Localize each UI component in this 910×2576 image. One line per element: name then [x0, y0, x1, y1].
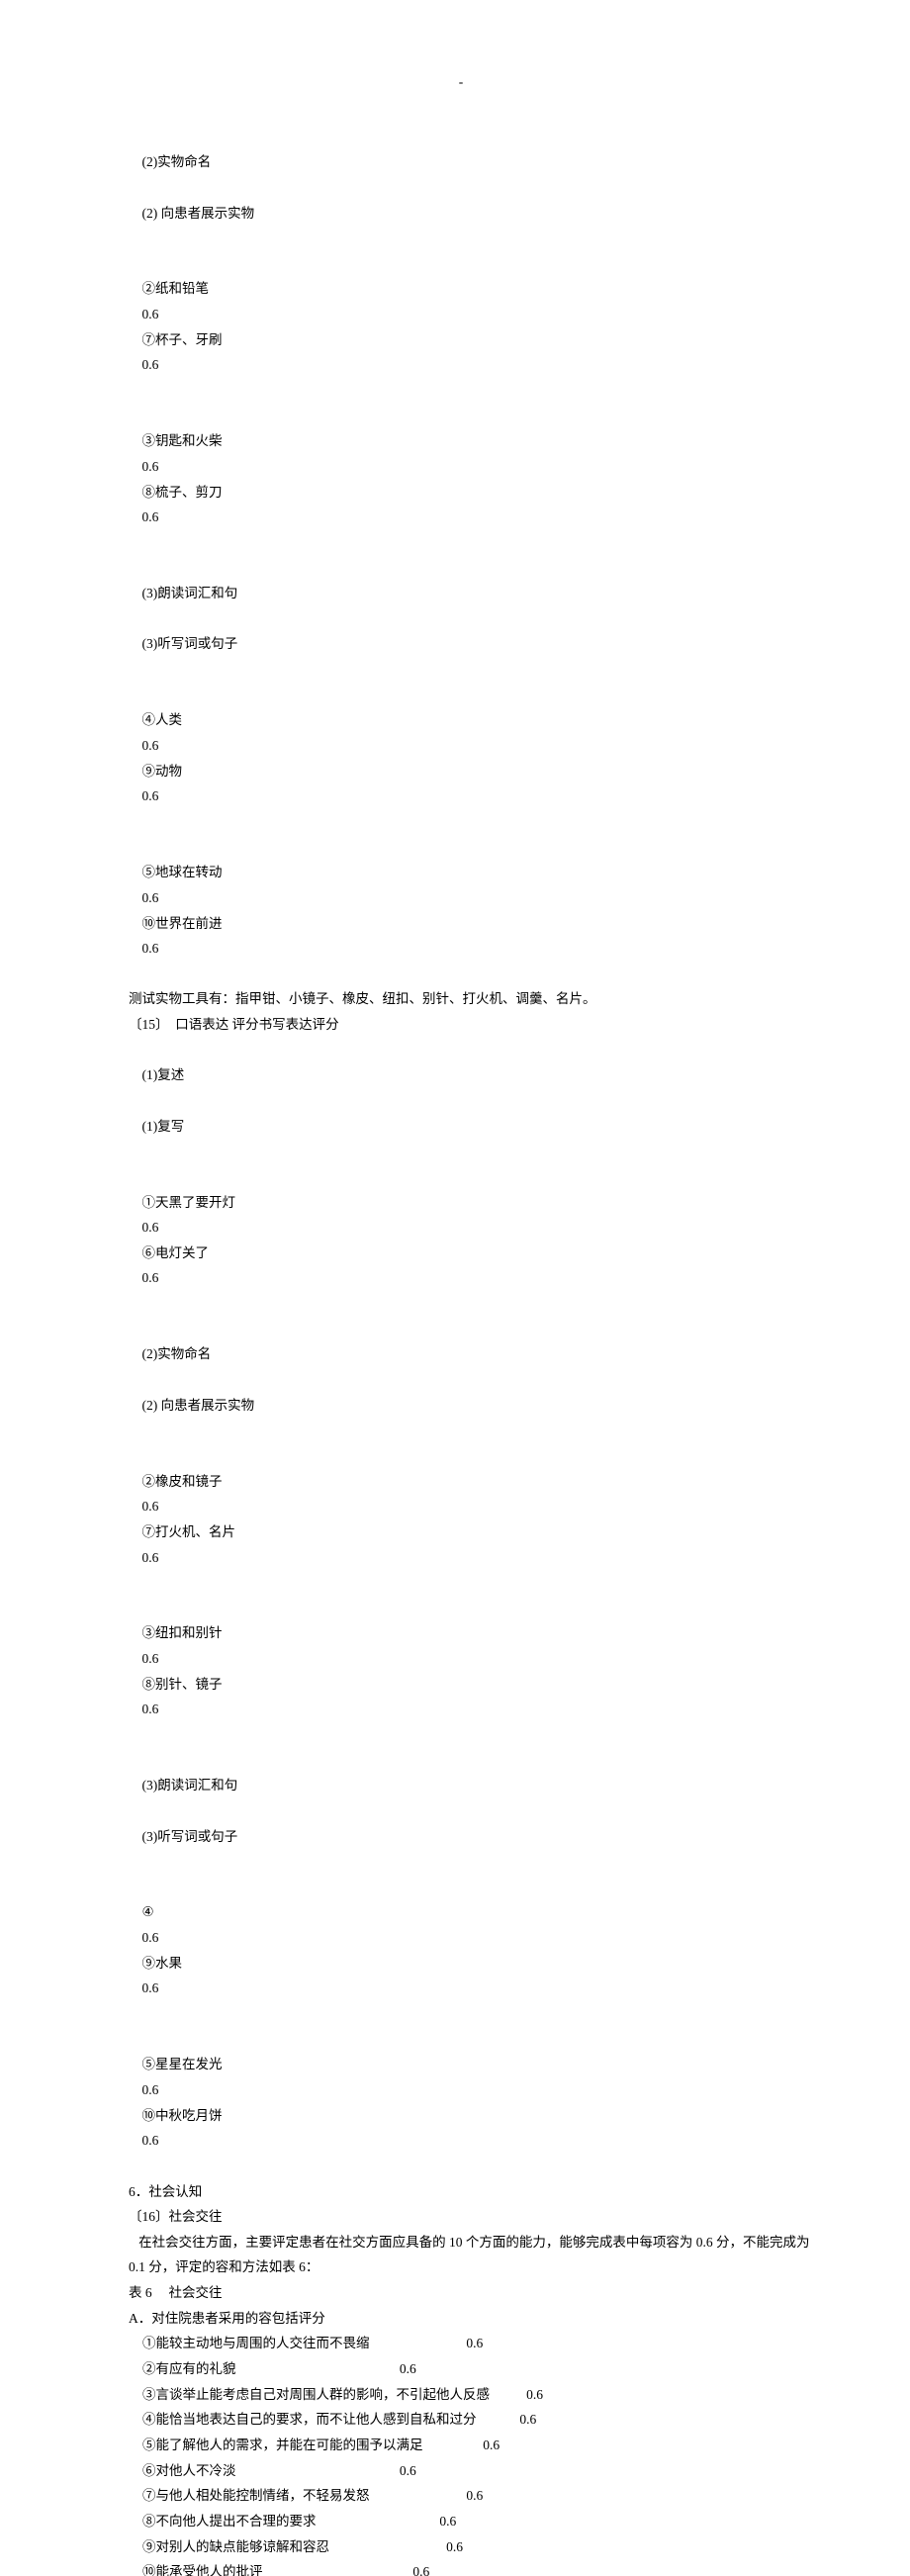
- cell-score: 0.6: [142, 1265, 192, 1291]
- section-line: ③纽扣和别针 0.6 ⑧别针、镜子 0.6: [129, 1596, 793, 1748]
- cell-score: 0.6: [142, 1494, 212, 1519]
- section-desc: 在社会交往方面，主要评定患者在社交方面应具备的 10 个方面的能力，能够完成表中…: [129, 2230, 793, 2255]
- cell-label: ⑩世界在前进: [142, 911, 301, 937]
- section-15-title: 〔15〕 口语表达 评分书写表达评分: [129, 1012, 793, 1038]
- cell-label: ⑨动物: [142, 759, 301, 784]
- cell-label: (3)听写词或句子: [142, 631, 238, 657]
- section-line: ③钥匙和火柴 0.6 ⑧梳子、剪刀 0.6: [129, 404, 793, 556]
- cell-label: (2) 向患者展示实物: [142, 201, 255, 227]
- section-line: ①天黑了要开灯 0.6 ⑥电灯关了 0.6: [129, 1164, 793, 1317]
- cell-score: 0.6: [142, 505, 192, 530]
- cell-score: 0.6: [142, 2077, 212, 2103]
- section-line: ②纸和铅笔 0.6 ⑦杯子、牙刷 0.6: [129, 251, 793, 404]
- cell-label: (3)听写词或句子: [142, 1824, 238, 1850]
- cell-score: 0.6: [142, 1646, 212, 1672]
- section-line: ④人类 0.6 ⑨动物 0.6: [129, 683, 793, 835]
- cell-label: (1)复述: [142, 1062, 301, 1088]
- cell-score: 0.6: [142, 454, 212, 480]
- cell-label: (2)实物命名: [142, 1341, 301, 1367]
- cell-score: 0.6: [142, 936, 192, 962]
- cell-label: ④人类: [142, 707, 301, 733]
- cell-score: 0.6: [142, 2128, 192, 2154]
- cell-score: 0.6: [142, 733, 212, 759]
- cell-label: (3)朗读词汇和句: [142, 1773, 301, 1798]
- section-line: ⑤星星在发光 0.6 ⑩中秋吃月饼 0.6: [129, 2027, 793, 2179]
- section-line: ⑤地球在转动 0.6 ⑩世界在前进 0.6: [129, 835, 793, 987]
- cell-label: ⑥电灯关了: [142, 1241, 251, 1266]
- cell-score: 0.6: [142, 783, 192, 809]
- cell-label: ④: [142, 1899, 170, 1925]
- section-line: ②橡皮和镜子 0.6 ⑦打火机、名片 0.6: [129, 1443, 793, 1596]
- list-item: ④能恰当地表达自己的要求，而不让他人感到自私和过分 0.6: [129, 2407, 793, 2433]
- page-header-dash: -: [129, 69, 793, 95]
- tools-line: 测试实物工具有：指甲钳、小镜子、橡皮、纽扣、别针、打火机、调羹、名片。: [129, 986, 793, 1012]
- cell-score: 0.6: [142, 885, 212, 911]
- cell-label: (3)朗读词汇和句: [142, 581, 301, 606]
- cell-label: ②橡皮和镜子: [142, 1469, 301, 1495]
- cell-score: 0.6: [142, 302, 212, 327]
- cell-score: 0.6: [142, 1976, 192, 2001]
- cell-score: 0.6: [142, 1697, 192, 1722]
- list-item: ②有应有的礼貌 0.6: [129, 2356, 793, 2382]
- cell-label: ⑦杯子、牙刷: [142, 327, 301, 353]
- list-item: ⑩能承受他人的批评 0.6: [129, 2559, 793, 2576]
- document-page: - (2)实物命名 (2) 向患者展示实物 ②纸和铅笔 0.6 ⑦杯子、牙刷 0…: [0, 0, 910, 2576]
- cell-label: ⑦打火机、名片: [142, 1519, 301, 1545]
- section-line: (1)复述 (1)复写: [129, 1038, 793, 1164]
- section-desc: 0.1 分，评定的容和方法如表 6：: [129, 2254, 793, 2280]
- section-line: ④ 0.6 ⑨水果 0.6: [129, 1875, 793, 2027]
- list-item: ⑧不向他人提出不合理的要求 0.6: [129, 2509, 793, 2534]
- cell-label: (2) 向患者展示实物: [142, 1393, 255, 1419]
- cell-label: ⑩中秋吃月饼: [142, 2103, 301, 2129]
- cell-score: 0.6: [142, 352, 192, 378]
- cell-score: 0.6: [142, 1925, 184, 1951]
- cell-score: 0.6: [142, 1545, 192, 1571]
- list-item: ⑥对他人不冷淡 0.6: [129, 2458, 793, 2484]
- table-title: 表 6 社会交往: [129, 2280, 793, 2306]
- list-item: ⑤能了解他人的需求，并能在可能的围予以满足 0.6: [129, 2433, 793, 2458]
- section-line: (3)朗读词汇和句 (3)听写词或句子: [129, 1748, 793, 1875]
- section-6-heading: 6．社会认知: [129, 2179, 793, 2205]
- cell-label: ⑨水果: [142, 1951, 289, 1977]
- cell-score: 0.6: [142, 1215, 212, 1241]
- list-item: ③言谈举止能考虑自己对周围人群的影响，不引起他人反感 0.6: [129, 2382, 793, 2408]
- cell-label: (2)实物命名: [142, 149, 301, 175]
- list-item: ①能较主动地与周围的人交往而不畏缩 0.6: [129, 2331, 793, 2356]
- section-line: (3)朗读词汇和句 (3)听写词或句子: [129, 556, 793, 683]
- cell-label: ⑤星星在发光: [142, 2052, 301, 2077]
- cell-label: ③纽扣和别针: [142, 1620, 271, 1646]
- section-line: (2)实物命名 (2) 向患者展示实物: [129, 1317, 793, 1443]
- list-item: ⑦与他人相处能控制情绪，不轻易发怒 0.6: [129, 2483, 793, 2509]
- group-a-title: A．对住院患者采用的容包括评分: [129, 2306, 793, 2332]
- section-16-sub: 〔16〕社会交往: [129, 2204, 793, 2230]
- cell-label: ①天黑了要开灯: [142, 1190, 301, 1216]
- cell-label: ⑤地球在转动: [142, 860, 301, 885]
- cell-label: ②纸和铅笔: [142, 276, 301, 302]
- cell-label: ⑧别针、镜子: [142, 1672, 291, 1698]
- cell-label: ⑧梳子、剪刀: [142, 480, 301, 506]
- section-line: (2)实物命名 (2) 向患者展示实物: [129, 125, 793, 251]
- cell-label: ③钥匙和火柴: [142, 428, 301, 454]
- cell-label: (1)复写: [142, 1114, 185, 1140]
- list-item: ⑨对别人的缺点能够谅解和容忍 0.6: [129, 2534, 793, 2560]
